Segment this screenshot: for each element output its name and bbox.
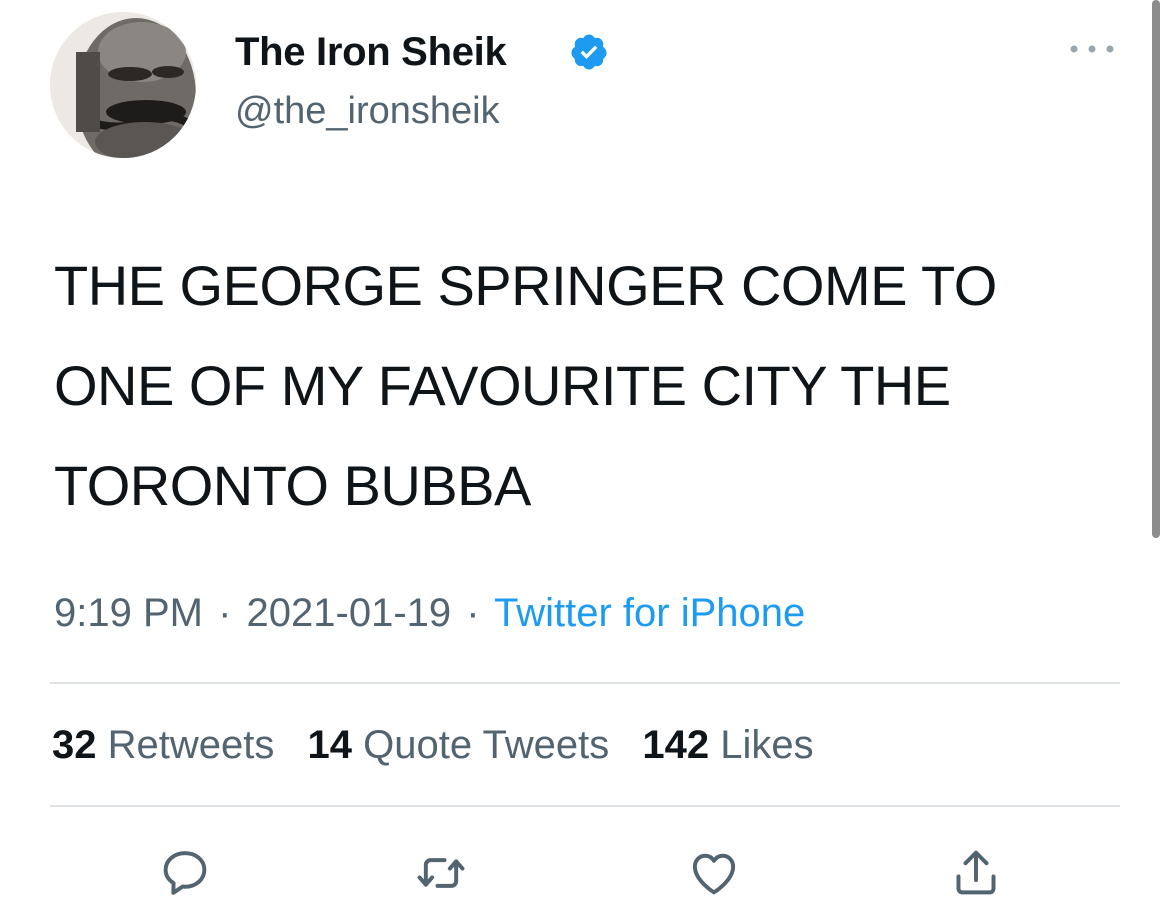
like-icon [692,853,736,895]
likes-stat[interactable]: 142 Likes [642,723,813,767]
tweet-source-link[interactable]: Twitter for iPhone [494,591,805,635]
like-button[interactable] [686,845,742,901]
retweet-button[interactable] [413,845,469,901]
avatar[interactable] [50,12,196,158]
quote-tweets-label: Quote Tweets [363,723,610,767]
share-button[interactable] [948,845,1004,901]
meta-separator: · [218,591,232,635]
reply-button[interactable] [157,845,213,901]
retweets-stat[interactable]: 32 Retweets [52,723,274,767]
meta-separator: · [466,591,480,635]
tweet-text-line: THE GEORGE SPRINGER COME TO [54,254,997,317]
tweet-text-line: ONE OF MY FAVOURITE CITY THE [54,354,951,417]
avatar-photo [50,12,196,158]
tweet-text: THE GEORGE SPRINGER COME TO ONE OF MY FA… [54,236,1134,536]
verified-badge-icon [571,34,607,70]
reply-icon [163,851,207,895]
tweet-detail-view: The Iron Sheik @the_ironsheik THE GEORGE… [0,0,1170,918]
quote-tweets-count: 14 [307,723,353,767]
divider [50,682,1120,684]
likes-label: Likes [720,723,814,767]
scrollbar[interactable] [1152,0,1160,538]
share-icon [956,850,996,895]
tweet-time[interactable]: 9:19 PM [54,591,203,635]
likes-count: 142 [642,723,710,767]
quote-tweets-stat[interactable]: 14 Quote Tweets [308,723,610,767]
tweet-date[interactable]: 2021-01-19 [247,591,452,635]
author-handle[interactable]: @the_ironsheik [235,88,500,134]
retweet-icon [417,858,465,888]
retweets-label: Retweets [107,723,275,767]
retweets-count: 32 [52,723,97,767]
tweet-text-line: TORONTO BUBBA [54,454,531,517]
tweet-meta: 9:19 PM · 2021-01-19 · Twitter for iPhon… [54,588,805,638]
tweet-stats: 32 Retweets 14 Quote Tweets 142 Likes [52,720,836,770]
more-options-icon[interactable] [1066,38,1118,60]
author-display-name[interactable]: The Iron Sheik [235,28,507,76]
divider [50,805,1120,807]
